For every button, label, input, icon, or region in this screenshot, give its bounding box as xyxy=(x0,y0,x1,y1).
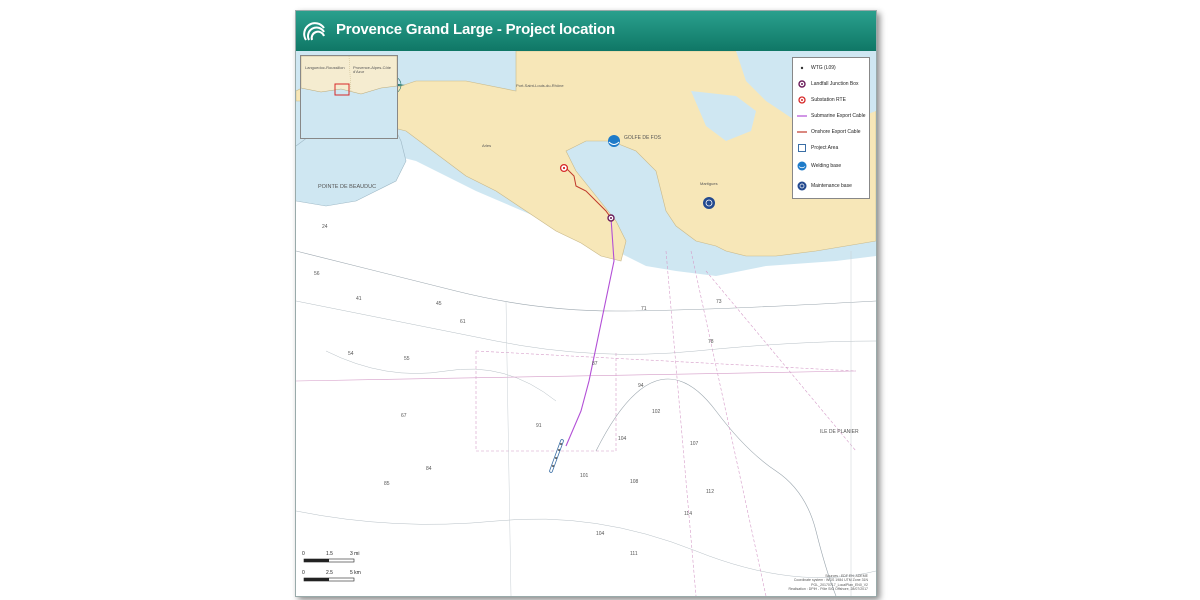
depth-sounding: 94 xyxy=(638,383,644,389)
depth-sounding: 55 xyxy=(404,356,410,362)
dot-icon xyxy=(800,66,804,70)
substation-icon xyxy=(798,96,806,104)
map-title: Provence Grand Large - Project location xyxy=(336,21,615,38)
depth-sounding: 104 xyxy=(618,436,627,442)
label-arles: Arles xyxy=(482,143,492,148)
label-golfe-de-fos: GOLFE DE FOS xyxy=(624,135,661,141)
depth-sounding: 114 xyxy=(684,511,692,517)
depth-sounding: 102 xyxy=(652,409,661,415)
substation-rte-marker xyxy=(559,163,569,173)
depth-sounding: 78 xyxy=(708,339,714,345)
legend-item-wtg: WTG (L09) xyxy=(797,63,867,73)
depth-sounding: 45 xyxy=(436,301,442,307)
landfall-junction-box-marker xyxy=(607,214,615,222)
label-pointe-de-beauduc: POINTE DE BEAUDUC xyxy=(318,184,377,190)
legend-item-submarine-export-cable: Submarine Export Cable xyxy=(797,111,867,121)
welding-base-icon xyxy=(797,161,807,171)
line-icon xyxy=(797,115,807,117)
map-frame: Provence Grand Large - Project location xyxy=(295,10,877,597)
welding-base-marker xyxy=(608,135,620,147)
depth-sounding: 87 xyxy=(592,361,598,367)
depth-sounding: 111 xyxy=(630,551,638,557)
depth-sounding: 107 xyxy=(690,441,699,447)
junction-box-icon xyxy=(798,80,806,88)
depth-sounding: 41 xyxy=(356,296,362,302)
inset-map: Languedoc-Roussillon Provence-Alpes-Côte… xyxy=(300,55,398,139)
label-port-saint-louis: Port-Saint-Louis-du-Rhône xyxy=(516,83,564,88)
depth-sounding: 85 xyxy=(384,481,390,487)
credit-line: Realisation : DPIH - Pôle SIG Offshore, … xyxy=(788,587,868,592)
legend-item-substation-rte: Substation RTE xyxy=(797,95,867,105)
company-logo-icon xyxy=(303,22,325,41)
depth-sounding: 73 xyxy=(716,299,722,305)
label-ile-de-planier: ILE DE PLANIER xyxy=(820,429,859,435)
scale-tick-km-0: 0 xyxy=(302,570,305,576)
map-credits: Sources : EDF EN, ADEME Coordinate syste… xyxy=(788,574,868,592)
maintenance-base-marker xyxy=(703,197,715,209)
inset-label-languedoc: Languedoc-Roussillon xyxy=(305,65,345,70)
scale-tick-km-2: 5 km xyxy=(350,570,361,576)
depth-sounding: 84 xyxy=(426,466,432,472)
depth-sounding: 104 xyxy=(596,531,605,537)
scale-tick-mi-0: 0 xyxy=(302,551,305,557)
legend-item-maintenance-base: Maintenance base xyxy=(797,181,867,191)
scale-tick-km-1: 2.5 xyxy=(326,570,333,576)
depth-sounding: 67 xyxy=(401,413,407,419)
line-icon xyxy=(797,131,807,133)
legend-item-landfall-junction-box: Landfall Junction Box xyxy=(797,79,867,89)
legend-item-project-area: Project Area xyxy=(797,143,867,153)
scale-tick-mi-1: 1.5 xyxy=(326,551,333,557)
depth-sounding: 54 xyxy=(348,351,354,357)
depth-sounding: 108 xyxy=(630,479,639,485)
scale-bar: 0 1.5 3 mi 0 2.5 5 km xyxy=(300,549,370,593)
legend-item-welding-base: Welding base xyxy=(797,161,867,171)
legend-item-onshore-export-cable: Onshore Export Cable xyxy=(797,127,867,137)
depth-sounding: 112 xyxy=(706,489,714,495)
label-martigues: Martigues xyxy=(700,181,718,186)
depth-sounding: 24 xyxy=(322,224,328,230)
maintenance-base-icon xyxy=(797,181,807,191)
depth-sounding: 61 xyxy=(460,319,466,325)
depth-sounding: 91 xyxy=(536,423,542,429)
depth-sounding: 101 xyxy=(580,473,589,479)
map-legend: WTG (L09) Landfall Junction Box Substati… xyxy=(792,57,870,199)
depth-sounding: 71 xyxy=(641,306,647,312)
scale-tick-mi-2: 3 mi xyxy=(350,551,360,557)
depth-sounding: 56 xyxy=(314,271,320,277)
map-header: Provence Grand Large - Project location xyxy=(296,11,876,51)
inset-label-paca: Provence-Alpes-Côte d'Azur xyxy=(353,65,392,74)
square-outline-icon xyxy=(798,144,806,152)
